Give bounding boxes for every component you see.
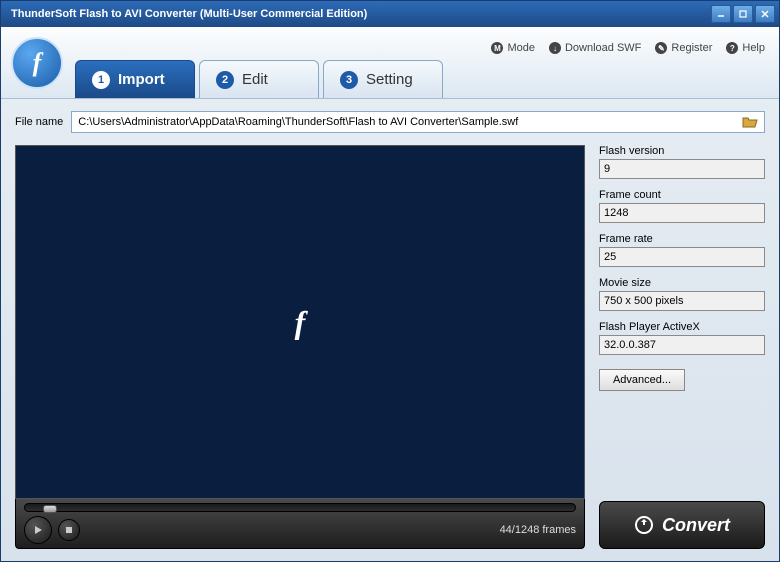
mode-icon: M — [491, 42, 503, 54]
tab-edit[interactable]: 2 Edit — [199, 60, 319, 98]
tab-import[interactable]: 1 Import — [75, 60, 195, 98]
app-logo: f — [11, 37, 63, 89]
close-button[interactable] — [755, 5, 775, 23]
progress-knob[interactable] — [43, 505, 57, 513]
file-row: File name C:\Users\Administrator\AppData… — [15, 111, 765, 133]
tab-label: Setting — [366, 71, 413, 88]
register-link[interactable]: ✎Register — [655, 42, 712, 54]
tab-number: 3 — [340, 71, 358, 89]
frame-rate-field: Frame rate 25 — [599, 233, 765, 267]
tab-number: 1 — [92, 71, 110, 89]
field-label: Frame count — [599, 189, 765, 201]
activex-value: 32.0.0.387 — [599, 335, 765, 355]
tab-label: Import — [118, 71, 165, 88]
frame-count-value: 1248 — [599, 203, 765, 223]
field-label: Frame rate — [599, 233, 765, 245]
app-window: ThunderSoft Flash to AVI Converter (Mult… — [0, 0, 780, 562]
maximize-button[interactable] — [733, 5, 753, 23]
download-icon: ↓ — [549, 42, 561, 54]
register-icon: ✎ — [655, 42, 667, 54]
help-link[interactable]: ?Help — [726, 42, 765, 54]
preview-column: f 44/1248 frames — [15, 145, 585, 549]
convert-label: Convert — [662, 515, 730, 536]
activex-field: Flash Player ActiveX 32.0.0.387 — [599, 321, 765, 355]
movie-size-field: Movie size 750 x 500 pixels — [599, 277, 765, 311]
flash-icon: f — [33, 48, 42, 78]
flash-version-value: 9 — [599, 159, 765, 179]
advanced-button[interactable]: Advanced... — [599, 369, 685, 391]
field-label: Movie size — [599, 277, 765, 289]
minimize-button[interactable] — [711, 5, 731, 23]
flash-version-field: Flash version 9 — [599, 145, 765, 179]
frame-counter: 44/1248 frames — [500, 524, 576, 536]
tab-setting[interactable]: 3 Setting — [323, 60, 443, 98]
main-row: f 44/1248 frames Flash version 9 — [15, 145, 765, 549]
file-name-label: File name — [15, 116, 63, 128]
flash-preview: f — [15, 145, 585, 499]
frame-rate-value: 25 — [599, 247, 765, 267]
mode-link[interactable]: MMode — [491, 42, 535, 54]
field-label: Flash version — [599, 145, 765, 157]
info-column: Flash version 9 Frame count 1248 Frame r… — [599, 145, 765, 549]
tab-label: Edit — [242, 71, 268, 88]
header-area: f 1 Import 2 Edit 3 Setting MMode ↓Downl… — [1, 27, 779, 99]
frame-count-field: Frame count 1248 — [599, 189, 765, 223]
stop-button[interactable] — [58, 519, 80, 541]
play-button[interactable] — [24, 516, 52, 544]
window-title: ThunderSoft Flash to AVI Converter (Mult… — [5, 8, 711, 20]
file-name-input[interactable]: C:\Users\Administrator\AppData\Roaming\T… — [71, 111, 765, 133]
convert-icon — [634, 515, 654, 535]
flash-icon: f — [295, 304, 306, 341]
movie-size-value: 750 x 500 pixels — [599, 291, 765, 311]
progress-track[interactable] — [24, 503, 576, 512]
convert-button[interactable]: Convert — [599, 501, 765, 549]
open-file-icon[interactable] — [742, 115, 758, 129]
help-icon: ? — [726, 42, 738, 54]
download-swf-link[interactable]: ↓Download SWF — [549, 42, 641, 54]
titlebar: ThunderSoft Flash to AVI Converter (Mult… — [1, 1, 779, 27]
header-links: MMode ↓Download SWF ✎Register ?Help — [491, 42, 765, 54]
tab-number: 2 — [216, 71, 234, 89]
player-bar: 44/1248 frames — [15, 499, 585, 549]
window-controls — [711, 5, 775, 23]
content-area: File name C:\Users\Administrator\AppData… — [1, 99, 779, 561]
file-path-value: C:\Users\Administrator\AppData\Roaming\T… — [78, 116, 518, 128]
field-label: Flash Player ActiveX — [599, 321, 765, 333]
player-controls: 44/1248 frames — [24, 516, 576, 544]
tab-bar: 1 Import 2 Edit 3 Setting — [75, 60, 447, 98]
